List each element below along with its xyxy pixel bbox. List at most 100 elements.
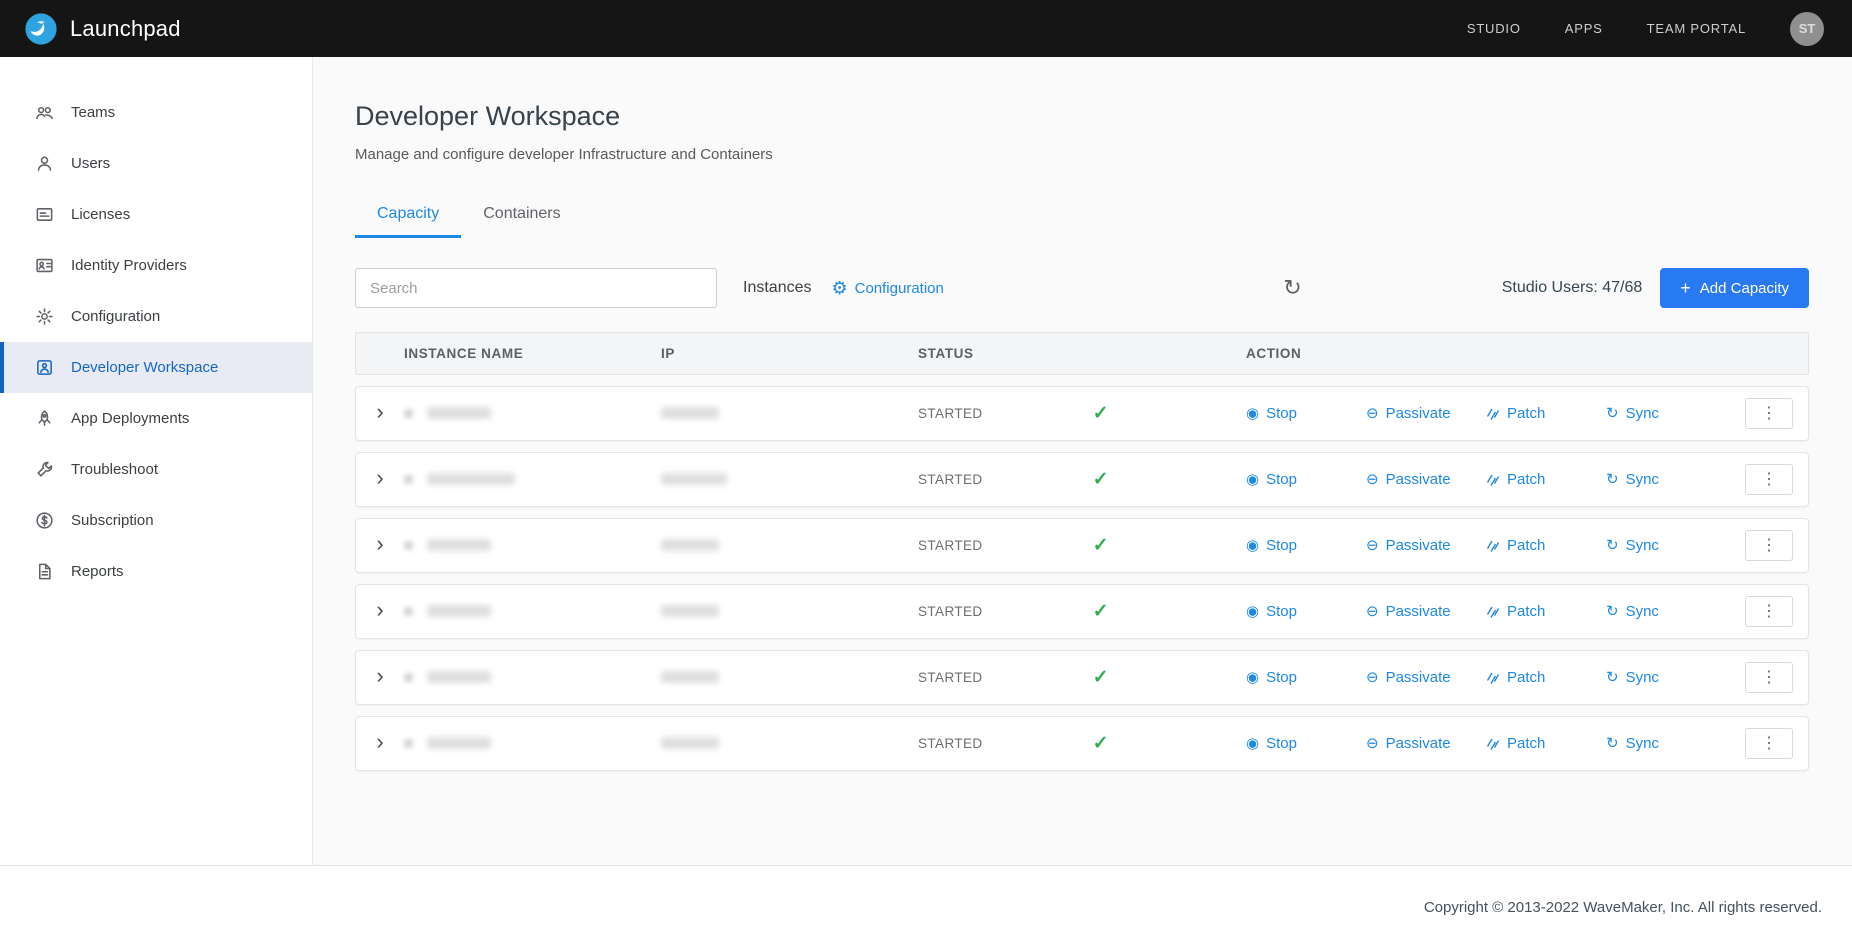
search-input[interactable] [355,268,717,308]
sidebar-item-label: Teams [71,104,115,121]
patch-label: Patch [1507,471,1545,488]
wavemaker-logo-icon [24,12,58,46]
actions-cell: ◉ Stop ⊖Passivate Patch ↻Sync [1246,735,1726,752]
row-expand-chevron-icon[interactable]: › [376,599,383,624]
patch-action[interactable]: Patch [1486,603,1606,620]
page-subtitle: Manage and configure developer Infrastru… [355,146,1809,163]
passivate-label: Passivate [1386,603,1451,620]
patch-action[interactable]: Patch [1486,669,1606,686]
patch-action[interactable]: Patch [1486,405,1606,422]
status-cell: STARTED ✓ [918,534,1246,557]
avatar[interactable]: ST [1790,12,1824,46]
sidebar-item-label: Licenses [71,206,130,223]
sidebar-item-subscription[interactable]: Subscription [0,495,312,546]
studio-users-count: Studio Users: 47/68 [1502,279,1643,297]
status-text: STARTED [918,670,983,685]
passivate-action[interactable]: ⊖ Passivate [1366,669,1486,686]
sidebar-item-reports[interactable]: Reports [0,546,312,597]
row-expand-chevron-icon[interactable]: › [376,533,383,558]
status-text: STARTED [918,736,983,751]
passivate-label: Passivate [1386,669,1451,686]
patch-action[interactable]: Patch [1486,735,1606,752]
brand-name: Launchpad [70,16,181,42]
gear-icon: ⚙ [831,279,847,297]
passivate-action[interactable]: ⊖Passivate [1366,735,1486,752]
add-capacity-label: Add Capacity [1700,280,1789,297]
sidebar-item-troubleshoot[interactable]: Troubleshoot [0,444,312,495]
table-row: › STARTED ✓ ◉Stop ⊖Passivate Patch ↻Sync… [355,452,1809,507]
row-menu-button[interactable]: ⋮ [1745,530,1793,561]
nav-studio[interactable]: STUDIO [1467,21,1521,36]
passivate-label: Passivate [1386,405,1451,422]
passivate-action[interactable]: ⊖Passivate [1366,603,1486,620]
sidebar-item-label: Identity Providers [71,257,187,274]
actions-cell: ◉Stop ⊖Passivate Patch ↻Sync [1246,603,1726,620]
nav-apps[interactable]: APPS [1565,21,1603,36]
stop-action[interactable]: ◉Stop [1246,669,1366,686]
row-menu-button[interactable]: ⋮ [1745,398,1793,429]
sidebar-item-developer-workspace[interactable]: Developer Workspace [0,342,312,393]
row-expand-chevron-icon[interactable]: › [376,731,383,756]
tab-bar: Capacity Containers [355,195,1809,238]
brand-logo[interactable]: Launchpad [24,12,181,46]
redacted-mark [404,409,413,418]
sidebar-item-app-deployments[interactable]: App Deployments [0,393,312,444]
row-expand-chevron-icon[interactable]: › [376,401,383,426]
status-text: STARTED [918,472,983,487]
row-expand-chevron-icon[interactable]: › [376,665,383,690]
patch-label: Patch [1507,603,1545,620]
stop-icon: ◉ [1246,472,1259,487]
sync-action[interactable]: ↻Sync [1606,603,1726,620]
sidebar-item-identity-providers[interactable]: Identity Providers [0,240,312,291]
stop-action[interactable]: ◉Stop [1246,537,1366,554]
row-expand-chevron-icon[interactable]: › [376,467,383,492]
row-menu-button[interactable]: ⋮ [1745,662,1793,693]
stop-label: Stop [1266,735,1297,752]
sidebar-item-teams[interactable]: Teams [0,87,312,138]
instance-name-cell [404,603,661,621]
actions-cell: ◉Stop ⊖Passivate Patch ↻Sync [1246,471,1726,488]
row-menu-button[interactable]: ⋮ [1745,728,1793,759]
stop-action[interactable]: ◉Stop [1246,405,1366,422]
sync-action[interactable]: ↻Sync [1606,669,1726,686]
patch-icon [1486,407,1500,421]
configuration-link[interactable]: ⚙ Configuration [831,279,943,297]
passivate-icon: ⊖ [1366,670,1379,685]
ip-redacted [661,539,719,551]
sync-action[interactable]: ↻Sync [1606,537,1726,554]
ip-redacted [661,737,719,749]
stop-action[interactable]: ◉Stop [1246,603,1366,620]
tab-containers[interactable]: Containers [461,195,582,238]
passivate-action[interactable]: ⊖Passivate [1366,537,1486,554]
sync-label: Sync [1626,405,1659,422]
nav-team-portal[interactable]: TEAM PORTAL [1647,21,1746,36]
refresh-button[interactable]: ↻ [1283,277,1301,299]
patch-action[interactable]: Patch [1486,537,1606,554]
tab-capacity[interactable]: Capacity [355,195,461,238]
patch-icon [1486,539,1500,553]
sync-action[interactable]: ↻Sync [1606,735,1726,752]
passivate-action[interactable]: ⊖Passivate [1366,405,1486,422]
sync-action[interactable]: ↻Sync [1606,471,1726,488]
sidebar-item-configuration[interactable]: Configuration [0,291,312,342]
stop-icon: ◉ [1246,604,1259,619]
stop-action[interactable]: ◉ Stop [1246,735,1366,752]
stop-icon: ◉ [1246,736,1259,751]
add-capacity-button[interactable]: + Add Capacity [1660,268,1809,308]
sidebar-item-users[interactable]: Users [0,138,312,189]
patch-icon [1486,671,1500,685]
sidebar-item-label: Subscription [71,512,154,529]
sync-icon: ↻ [1606,670,1619,685]
status-cell: STARTED ✓ [918,468,1246,491]
sidebar-item-licenses[interactable]: Licenses [0,189,312,240]
passivate-action[interactable]: ⊖Passivate [1366,471,1486,488]
patch-action[interactable]: Patch [1486,471,1606,488]
row-menu-button[interactable]: ⋮ [1745,596,1793,627]
stop-action[interactable]: ◉Stop [1246,471,1366,488]
row-menu-button[interactable]: ⋮ [1745,464,1793,495]
stop-icon: ◉ [1246,538,1259,553]
sync-action[interactable]: ↻Sync [1606,405,1726,422]
redacted-mark [404,607,413,616]
status-text: STARTED [918,538,983,553]
top-nav: STUDIO APPS TEAM PORTAL ST [1467,12,1824,46]
